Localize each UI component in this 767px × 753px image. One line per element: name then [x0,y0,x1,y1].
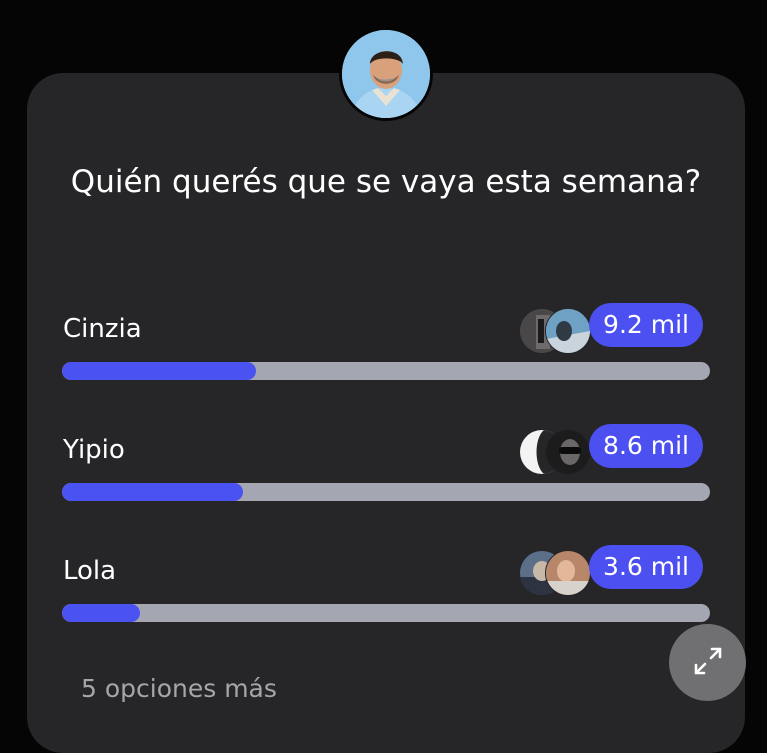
voter-avatars [519,550,591,596]
progress-fill [62,483,244,501]
voter-avatars [519,429,591,475]
poll-option-cinzia[interactable]: Cinzia 9.2 mil [62,303,710,402]
vote-count-badge: 8.6 mil [589,424,703,468]
voter-avatar [545,308,591,354]
voter-avatars [519,308,591,354]
poll-option-lola[interactable]: Lola 3.6 mil [62,545,710,644]
poll-question: Quién querés que se vaya esta semana? [70,164,702,200]
option-label: Yipio [63,435,125,465]
progress-track [62,362,710,380]
host-photo [342,30,430,118]
expand-icon [691,644,725,682]
expand-button[interactable] [669,624,746,701]
poll-option-yipio[interactable]: Yipio 8.6 mil [62,424,710,523]
progress-fill [62,604,140,622]
option-label: Lola [63,556,117,586]
progress-track [62,483,710,501]
vote-count-badge: 3.6 mil [589,545,703,589]
vote-count-badge: 9.2 mil [589,303,703,347]
progress-track [62,604,710,622]
voter-avatar [545,429,591,475]
voter-avatar [545,550,591,596]
progress-fill [62,362,257,380]
host-avatar[interactable] [339,27,433,121]
option-label: Cinzia [63,314,142,344]
more-options-link[interactable]: 5 opciones más [81,672,277,706]
